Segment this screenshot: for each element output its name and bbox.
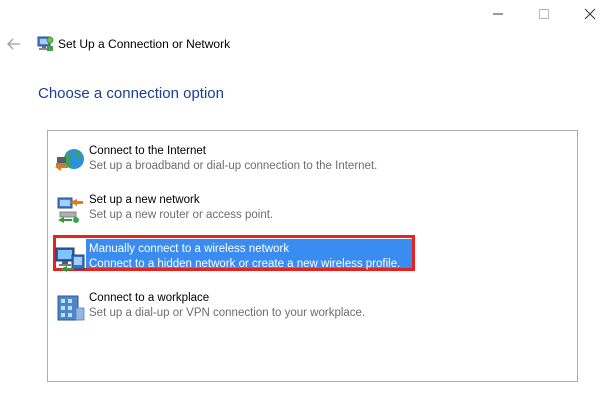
network-setup-icon	[37, 36, 54, 51]
window-controls	[475, 0, 613, 28]
window-title: Set Up a Connection or Network	[58, 37, 231, 51]
option-connect-workplace[interactable]: Connect to a workplace Set up a dial-up …	[52, 290, 572, 324]
wireless-monitor-icon	[55, 247, 85, 272]
option-new-network[interactable]: Set up a new network Set up a new router…	[52, 192, 572, 226]
option-description: Set up a new router or access point.	[89, 209, 274, 221]
minimize-icon	[493, 13, 503, 15]
maximize-icon	[539, 9, 549, 19]
close-icon	[584, 8, 596, 20]
option-title: Manually connect to a wireless network	[89, 243, 290, 255]
option-description: Set up a dial-up or VPN connection to yo…	[89, 307, 366, 319]
workplace-building-icon	[57, 295, 85, 321]
option-manual-wireless[interactable]: Manually connect to a wireless network C…	[52, 241, 416, 275]
option-title: Set up a new network	[89, 194, 200, 206]
wizard-header: Set Up a Connection or Network	[0, 30, 613, 58]
close-button[interactable]	[567, 0, 613, 28]
option-description: Connect to a hidden network or create a …	[89, 258, 401, 270]
option-connect-internet[interactable]: Connect to the Internet Set up a broadba…	[52, 143, 572, 177]
option-description: Set up a broadband or dial-up connection…	[89, 160, 378, 172]
minimize-button[interactable]	[475, 0, 521, 28]
back-arrow-icon[interactable]	[6, 36, 22, 52]
option-title: Connect to the Internet	[89, 145, 206, 157]
connection-option-list[interactable]: Connect to the Internet Set up a broadba…	[47, 130, 578, 382]
maximize-button[interactable]	[521, 0, 567, 28]
router-setup-icon	[57, 197, 83, 223]
globe-network-icon	[55, 149, 84, 171]
page-heading: Choose a connection option	[38, 85, 224, 102]
option-title: Connect to a workplace	[89, 292, 210, 304]
